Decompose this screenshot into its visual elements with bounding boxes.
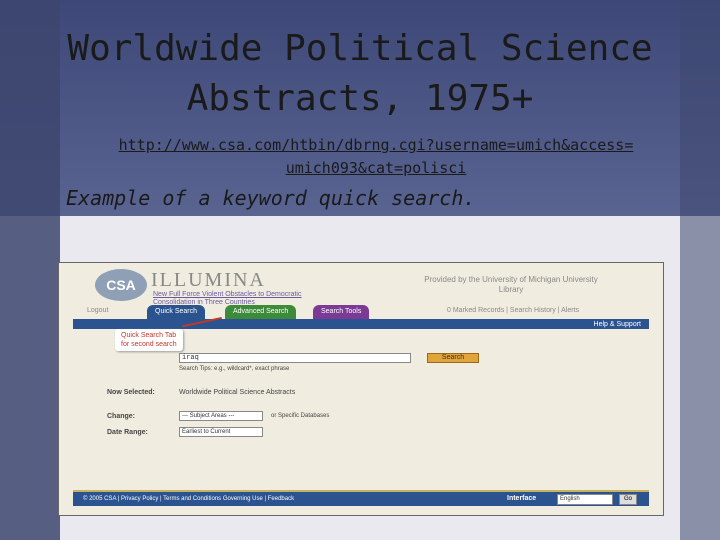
callout-line2: for second search xyxy=(121,341,177,348)
news-link[interactable]: New Full Force Violent Obstacles to Demo… xyxy=(153,291,301,298)
interface-language-select[interactable]: English xyxy=(557,494,613,505)
now-selected-value: Worldwide Political Science Abstracts xyxy=(179,389,296,396)
specific-databases-link[interactable]: or Specific Databases xyxy=(271,413,329,419)
now-selected-label: Now Selected: xyxy=(107,389,155,396)
csa-logo: CSA xyxy=(95,269,147,301)
slide-title-line1: Worldwide Political Science xyxy=(67,28,653,69)
footer-bar: © 2005 CSA | Privacy Policy | Terms and … xyxy=(73,490,649,506)
tab-search-tools[interactable]: Search Tools xyxy=(313,305,370,319)
marked-records-nav[interactable]: 0 Marked Records | Search History | Aler… xyxy=(447,307,579,314)
subject-areas-dropdown[interactable]: --- Subject Areas --- xyxy=(179,411,263,421)
tab-advanced-search[interactable]: Advanced Search xyxy=(225,305,297,319)
database-url[interactable]: http://www.csa.com/htbin/dbrng.cgi?usern… xyxy=(66,134,686,180)
quick-search-callout: Quick Search Tab for second search xyxy=(115,329,183,351)
search-tips-link[interactable]: Search Tips: e.g., wildcard*, exact phra… xyxy=(179,366,289,372)
slide-title: Worldwide Political Science Abstracts, 1… xyxy=(0,24,720,124)
tab-quick-search[interactable]: Quick Search xyxy=(147,305,206,319)
url-line2[interactable]: umich093&cat=polisci xyxy=(66,157,686,180)
change-label: Change: xyxy=(107,413,135,420)
interface-label: Interface xyxy=(507,495,537,502)
logout-link[interactable]: Logout xyxy=(87,307,108,314)
illumina-brand: ILLUMINA xyxy=(151,269,266,291)
slide-subtitle: Example of a keyword quick search. xyxy=(66,186,476,210)
search-input[interactable]: iraq xyxy=(179,353,411,363)
date-range-label: Date Range: xyxy=(107,429,148,436)
go-button[interactable]: Go xyxy=(619,494,637,505)
blue-header-bar xyxy=(73,319,649,329)
search-button[interactable]: Search xyxy=(427,353,479,363)
help-support-link[interactable]: Help & Support xyxy=(594,321,641,328)
callout-line1: Quick Search Tab xyxy=(121,332,177,339)
date-range-dropdown[interactable]: Earliest to Current xyxy=(179,427,263,437)
nav-row: Logout Quick Search Advanced Search Sear… xyxy=(73,305,649,319)
provided-by-text: Provided by the University of Michigan U… xyxy=(424,275,598,294)
slide-title-line2: Abstracts, 1975+ xyxy=(186,78,534,119)
footer-links[interactable]: © 2005 CSA | Privacy Policy | Terms and … xyxy=(83,496,294,502)
url-line1[interactable]: http://www.csa.com/htbin/dbrng.cgi?usern… xyxy=(66,134,686,157)
csa-illumina-screenshot: CSA ILLUMINA New Full Force Violent Obst… xyxy=(58,262,664,516)
